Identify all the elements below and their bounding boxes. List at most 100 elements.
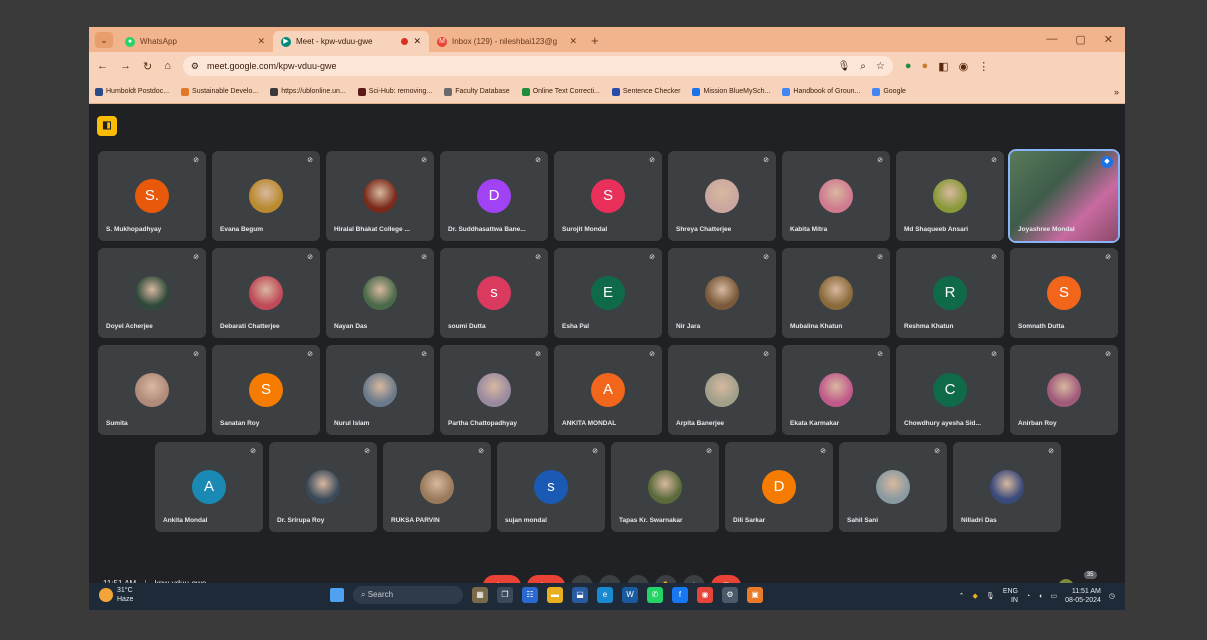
participant-tile[interactable]: ⊘ Hiralal Bhakat College ... [326, 151, 434, 241]
participant-tile[interactable]: ⊘ Md Shaqueeb Ansari [896, 151, 1004, 241]
notification-icon[interactable]: ◷ [1109, 592, 1115, 600]
back-icon[interactable]: ← [97, 60, 108, 72]
participant-tile[interactable]: ⊘ A ANKITA MONDAL [554, 345, 662, 435]
weather-widget[interactable]: 31°C Haze [99, 586, 133, 604]
participant-tile[interactable]: ⊘ Sahil Sani [839, 442, 947, 532]
participant-tile[interactable]: ⊘ s soumi Dutta [440, 248, 548, 338]
participant-tile[interactable]: ⊘ Nayan Das [326, 248, 434, 338]
minimize-icon[interactable]: — [1046, 33, 1057, 46]
participant-tile[interactable]: ⊘ S Sanatan Roy [212, 345, 320, 435]
wifi-icon[interactable]: ◔ [1026, 593, 1030, 600]
extension-icon[interactable]: ● [905, 60, 912, 72]
bookmark-item[interactable]: Handbook of Groun... [782, 87, 860, 96]
whatsapp-taskbar-icon[interactable]: ✆ [647, 587, 663, 603]
tray-overflow-icon[interactable]: ⌃ [959, 592, 965, 600]
participant-name: Nurul Islam [334, 420, 370, 427]
volume-icon[interactable]: ◖ [1038, 593, 1042, 600]
site-info-icon[interactable]: ⚙ [191, 61, 199, 72]
mic-icon[interactable]: 🎙 [838, 61, 851, 72]
meeting-activity-badge-icon[interactable]: ◧ [97, 116, 117, 136]
close-icon[interactable]: ✕ [257, 36, 265, 47]
participant-tile[interactable]: ⊘ S Surojit Mondal [554, 151, 662, 241]
extension-icon[interactable]: ● [922, 60, 929, 72]
facebook-icon[interactable]: f [672, 587, 688, 603]
home-icon[interactable]: ⌂ [164, 60, 171, 72]
participant-tile[interactable]: ⊘ Anirban Roy [1010, 345, 1118, 435]
participant-tile[interactable]: ⊘ D Dili Sarkar [725, 442, 833, 532]
participant-tile[interactable]: ◆ Joyashree Mondal [1008, 149, 1120, 243]
edge-icon[interactable]: e [597, 587, 613, 603]
bookmark-item[interactable]: Mission BlueMySch... [692, 87, 770, 96]
tab-whatsapp[interactable]: ● WhatsApp ✕ [117, 31, 273, 52]
close-icon[interactable]: ✕ [569, 36, 577, 47]
participant-tile[interactable]: ⊘ RUKSA PARVIN [383, 442, 491, 532]
new-tab-button[interactable]: + [591, 33, 599, 48]
participant-tile[interactable]: ⊘ Nurul Islam [326, 345, 434, 435]
participant-name: Md Shaqueeb Ansari [904, 226, 969, 233]
app-icon[interactable]: ▣ [747, 587, 763, 603]
bookmark-item[interactable]: Sentence Checker [611, 87, 681, 96]
zoom-icon[interactable]: ⌕ [860, 61, 866, 72]
browser-menu-icon[interactable]: ⋮ [978, 60, 989, 73]
participant-tile[interactable]: ⊘ Sumita [98, 345, 206, 435]
clock[interactable]: 11:51 AM 08-05-2024 [1065, 587, 1101, 605]
bookmark-item[interactable]: Sci-Hub: removing... [357, 87, 432, 96]
participant-tile[interactable]: ⊘ R Reshma Khatun [896, 248, 1004, 338]
bookmark-item[interactable]: Online Text Correcti... [521, 87, 600, 96]
participant-tile[interactable]: ⊘ Doyel Acherjee [98, 248, 206, 338]
participant-tile[interactable]: ⊘ Partha Chattopadhyay [440, 345, 548, 435]
participant-tile[interactable]: ⊘ Shreya Chatterjee [668, 151, 776, 241]
bookmark-label: Sentence Checker [622, 88, 681, 95]
participant-tile[interactable]: ⊘ E Esha Pal [554, 248, 662, 338]
participant-tile[interactable]: ⊘ Ekata Karmakar [782, 345, 890, 435]
settings-icon[interactable]: ⚙ [722, 587, 738, 603]
store-icon[interactable]: ⬓ [572, 587, 588, 603]
windows-start-icon[interactable] [330, 588, 344, 602]
word-icon[interactable]: W [622, 587, 638, 603]
taskbar-search[interactable]: ⌕ Search [353, 586, 463, 604]
bookmark-item[interactable]: Humboldt Postdoc... [95, 87, 169, 96]
tray-app-icon[interactable]: ◆ [973, 592, 978, 600]
close-window-icon[interactable]: ✕ [1104, 33, 1113, 46]
language-indicator[interactable]: ENG IN [1003, 587, 1018, 605]
participant-tile[interactable]: ⊘ S Somnath Dutta [1010, 248, 1118, 338]
participant-tile[interactable]: ⊘ C Chowdhury ayesha Sid... [896, 345, 1004, 435]
participant-tile[interactable]: ⊘ Kabita Mitra [782, 151, 890, 241]
restore-icon[interactable]: ▢ [1075, 33, 1085, 46]
bookmark-item[interactable]: Google [872, 87, 906, 96]
participant-tile[interactable]: ⊘ Nilladri Das [953, 442, 1061, 532]
chrome-icon[interactable]: ◉ [697, 587, 713, 603]
participant-tile[interactable]: ⊘ s sujan mondal [497, 442, 605, 532]
tray-mic-icon[interactable]: 🎙 [986, 592, 995, 600]
task-view-icon[interactable]: ❐ [497, 587, 513, 603]
tab-search-button[interactable]: ⌄ [95, 32, 113, 48]
participant-tile[interactable]: ⊘ Debarati Chatterjee [212, 248, 320, 338]
participant-tile[interactable]: ⊘ Evana Begum [212, 151, 320, 241]
battery-icon[interactable]: ▭ [1050, 592, 1057, 600]
bookmark-item[interactable]: Faculty Database [444, 87, 510, 96]
extensions-puzzle-icon[interactable]: ◧ [938, 60, 948, 73]
reload-icon[interactable]: ↻ [143, 60, 152, 73]
tab-inbox[interactable]: M Inbox (129) - nileshbai123@g ✕ [429, 31, 585, 52]
close-icon[interactable]: ✕ [413, 36, 421, 47]
participant-tile[interactable]: ⊘ D Dr. Suddhasattwa Bane... [440, 151, 548, 241]
forward-icon[interactable]: → [120, 60, 131, 72]
participant-tile[interactable]: ⊘ S. S. Mukhopadhyay [98, 151, 206, 241]
teams-icon[interactable]: ☷ [522, 587, 538, 603]
participant-tile[interactable]: ⊘ Dr. Srirupa Roy [269, 442, 377, 532]
bookmarks-overflow-icon[interactable]: » [1114, 87, 1119, 97]
participant-tile[interactable]: ⊘ Mubalina Khatun [782, 248, 890, 338]
bookmark-star-icon[interactable]: ☆ [876, 61, 885, 72]
bookmark-item[interactable]: https://ublonline.un... [270, 87, 346, 96]
address-bar[interactable]: ⚙ meet.google.com/kpw-vduu-gwe 🎙 ⌕ ☆ [182, 56, 893, 76]
participant-tile[interactable]: ⊘ Nir Jara [668, 248, 776, 338]
participant-tile[interactable]: ⊘ Tapas Kr. Swarnakar [611, 442, 719, 532]
participant-tile[interactable]: ⊘ Arpita Banerjee [668, 345, 776, 435]
file-explorer-icon[interactable]: ▬ [547, 587, 563, 603]
widgets-icon[interactable]: ▦ [472, 587, 488, 603]
bookmark-item[interactable]: Sustainable Develo... [181, 87, 258, 96]
profile-avatar-icon[interactable]: ◉ [959, 60, 969, 73]
tab-meet[interactable]: ▶ Meet - kpw-vduu-gwe ✕ [273, 31, 429, 52]
participant-tile[interactable]: ⊘ A Ankita Mondal [155, 442, 263, 532]
mic-muted-icon: ⊘ [307, 351, 313, 358]
